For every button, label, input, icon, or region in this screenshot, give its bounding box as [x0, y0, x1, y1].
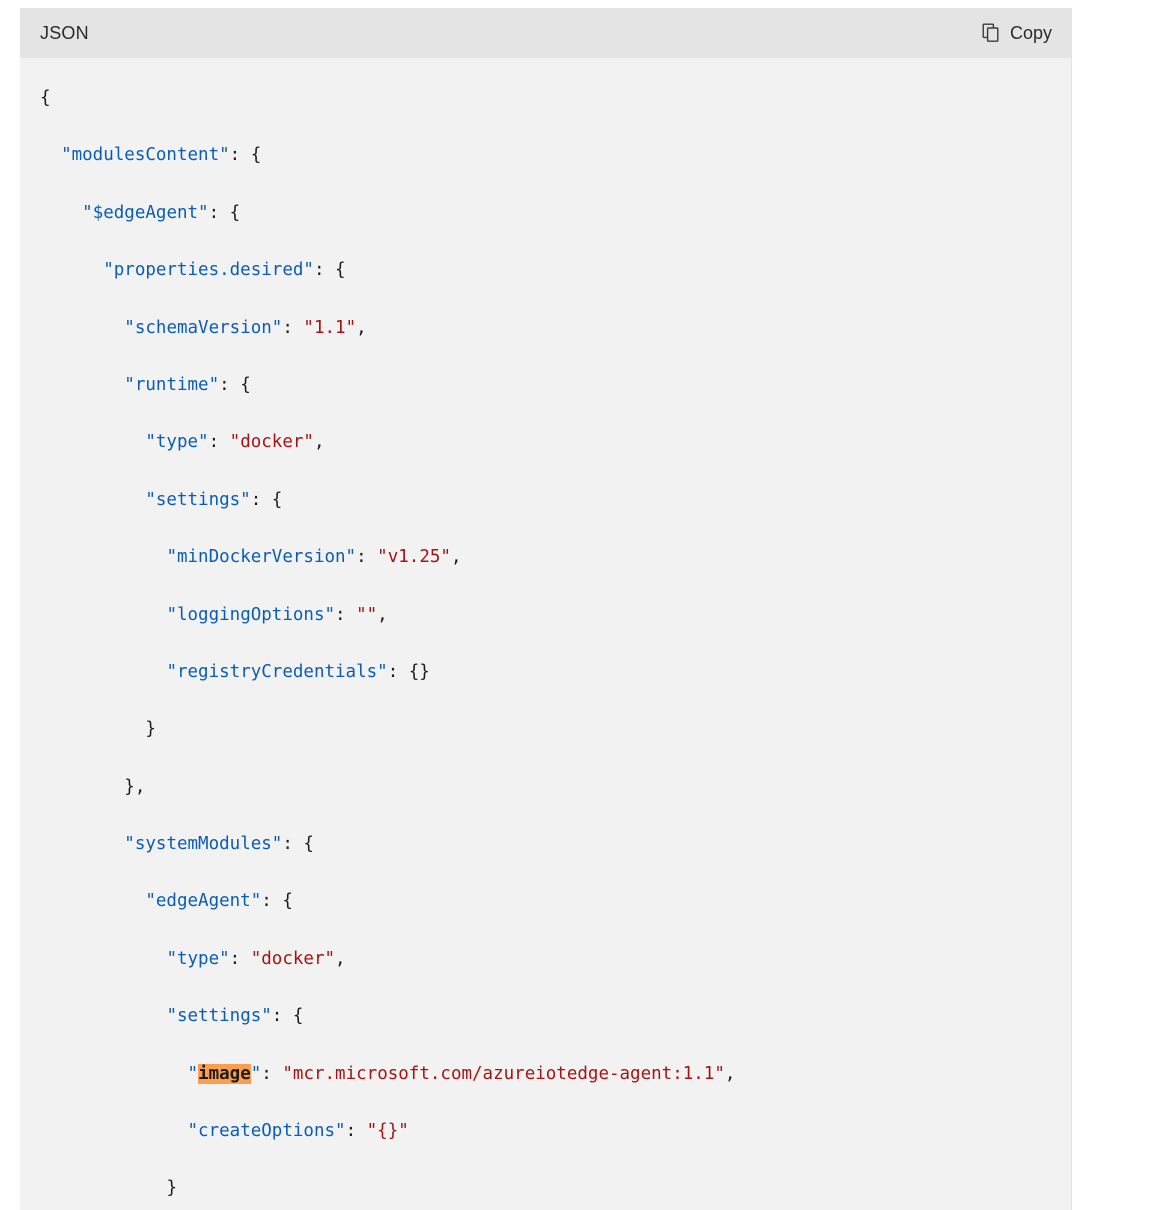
code-token: "modulesContent": [61, 145, 230, 166]
code-token: "edgeAgent": [145, 891, 262, 912]
code-token: : {: [208, 202, 241, 223]
code-token: ,: [335, 948, 346, 969]
code-token: :: [356, 547, 378, 568]
code-token: "1.1": [303, 317, 357, 338]
code-token: "docker": [250, 948, 336, 969]
code-token: },: [124, 776, 146, 797]
code-line: "type": "docker",: [40, 945, 1072, 974]
code-line: "settings": {: [40, 486, 1072, 515]
code-line: "properties.desired": {: [40, 256, 1072, 285]
code-line: "systemModules": {: [40, 830, 1072, 859]
code-line: {: [40, 84, 1072, 113]
code-line: },: [40, 773, 1072, 802]
code-token: : {: [229, 145, 262, 166]
code-line: "loggingOptions": "",: [40, 601, 1072, 630]
code-scroll-region[interactable]: { "modulesContent": { "$edgeAgent": { "p…: [20, 84, 1072, 1210]
code-line: "createOptions": "{}": [40, 1117, 1072, 1146]
code-token: "systemModules": [124, 834, 283, 855]
code-right-edge: [1071, 58, 1072, 1210]
code-line: "modulesContent": {: [40, 141, 1072, 170]
code-token: :: [345, 1121, 367, 1142]
code-token: : {: [282, 834, 314, 855]
code-token: "$edgeAgent": [82, 202, 209, 223]
code-token: :: [335, 604, 357, 625]
code-token: {: [40, 88, 51, 108]
code-token: "type": [145, 432, 209, 453]
code-body[interactable]: { "modulesContent": { "$edgeAgent": { "p…: [20, 58, 1072, 1210]
code-token: "mcr.microsoft.com/azureiotedge-agent:1.…: [282, 1063, 725, 1084]
code-token: "type": [166, 948, 230, 969]
code-token: "registryCredentials": [166, 661, 388, 682]
code-token: "": [356, 604, 378, 625]
code-token: ": [250, 1063, 262, 1084]
code-token: ,: [377, 604, 388, 625]
copy-button[interactable]: Copy: [976, 19, 1058, 48]
code-token: "docker": [229, 432, 314, 453]
code-line: "edgeAgent": {: [40, 887, 1072, 916]
code-line: "schemaVersion": "1.1",: [40, 314, 1072, 343]
code-line: }: [40, 1174, 1072, 1203]
code-line: "image": "mcr.microsoft.com/azureiotedge…: [40, 1060, 1072, 1089]
code-line: "runtime": {: [40, 371, 1072, 400]
code-line: "type": "docker",: [40, 428, 1072, 457]
code-token: "v1.25": [377, 547, 451, 568]
code-token: "createOptions": [187, 1121, 346, 1142]
code-token: : {}: [387, 661, 430, 682]
copy-button-label: Copy: [1009, 22, 1052, 43]
code-token: ,: [724, 1063, 736, 1084]
code-token: }: [145, 719, 156, 740]
code-token: "properties.desired": [103, 260, 314, 281]
code-token: "loggingOptions": [166, 604, 336, 625]
code-token: : {: [261, 891, 293, 912]
code-line: "$edgeAgent": {: [40, 199, 1072, 228]
code-token: : {: [271, 1006, 304, 1027]
code-token: : {: [313, 260, 346, 281]
code-token: "runtime": [124, 374, 220, 395]
code-token: "settings": [166, 1006, 272, 1027]
code-token: ": [187, 1063, 199, 1084]
copy-icon: [982, 23, 1001, 43]
code-token: "settings": [145, 489, 251, 510]
code-token: :: [282, 317, 304, 338]
code-token: "schemaVersion": [124, 317, 283, 338]
code-token: ,: [356, 317, 367, 338]
code-language-label: JSON: [40, 22, 89, 43]
code-token: image: [198, 1063, 251, 1084]
code-token: "minDockerVersion": [166, 547, 357, 568]
code-token: }: [166, 1178, 177, 1199]
code-token: ,: [313, 432, 325, 453]
code-token: ,: [450, 547, 462, 568]
code-line: "settings": {: [40, 1002, 1072, 1031]
json-source-text: { "modulesContent": { "$edgeAgent": { "p…: [20, 84, 1072, 1210]
code-line: "minDockerVersion": "v1.25",: [40, 543, 1072, 572]
code-token: : {: [219, 374, 251, 395]
code-token: "{}": [366, 1121, 409, 1142]
code-token: :: [261, 1063, 283, 1084]
code-line: }: [40, 715, 1072, 744]
code-token: :: [229, 948, 251, 969]
code-line: "registryCredentials": {}: [40, 658, 1072, 687]
json-code-block: JSON Copy { "modulesContent": { "$edgeAg…: [20, 8, 1072, 1210]
code-block-header: JSON Copy: [20, 8, 1072, 58]
code-token: : {: [250, 489, 283, 510]
code-token: :: [208, 432, 230, 453]
